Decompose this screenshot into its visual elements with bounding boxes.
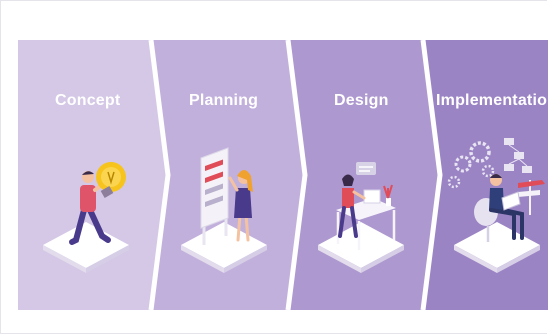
lightbulb-person-icon	[43, 162, 129, 273]
desk-designer-icon	[318, 162, 404, 273]
whiteboard-person-icon	[181, 147, 267, 273]
stage-illustrations	[43, 138, 545, 273]
gears-developer-icon	[447, 138, 545, 273]
process-diagram: Concept Planning Design Implementation	[18, 40, 548, 310]
